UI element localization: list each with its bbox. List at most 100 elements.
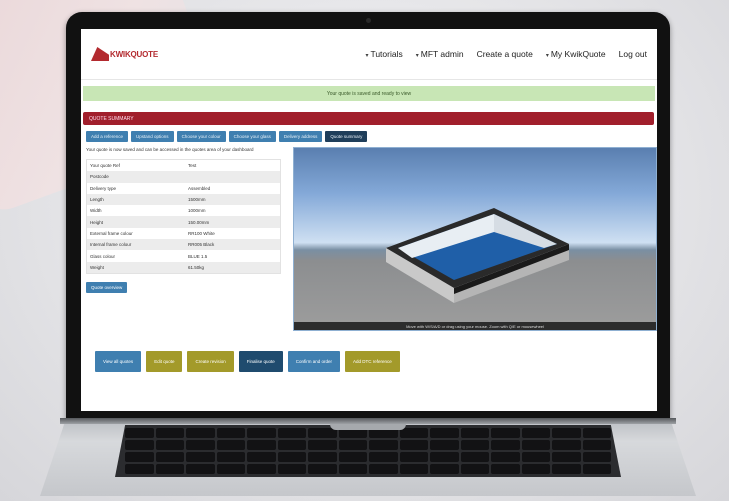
nav-item-label: Log out bbox=[618, 49, 647, 59]
laptop-lid: KWIKQUOTE ▾ Tutorials ▾ MFT admin Create a q… bbox=[66, 12, 670, 422]
table-row: Glass colour BLUE 1.5 bbox=[87, 250, 280, 261]
keyboard-key bbox=[125, 452, 154, 462]
keyboard-key bbox=[460, 428, 489, 438]
keyboard-key bbox=[308, 440, 337, 450]
keyboard-key bbox=[552, 452, 581, 462]
row-value: BLUE 1.5 bbox=[188, 253, 208, 259]
keyboard-key bbox=[582, 440, 611, 450]
row-key: Your quote Ref bbox=[90, 163, 120, 169]
keyboard-key bbox=[155, 452, 184, 462]
keyboard-key bbox=[216, 440, 245, 450]
keyboard-key bbox=[430, 440, 459, 450]
caret-down-icon: ▾ bbox=[415, 53, 419, 59]
logo-text: KWIKQUOTE bbox=[110, 49, 158, 59]
nav-item-log-out[interactable]: Log out bbox=[619, 49, 647, 59]
keyboard-key bbox=[338, 464, 367, 474]
keyboard-key bbox=[338, 452, 367, 462]
action-view-all-quotes-button[interactable]: View all quotes bbox=[95, 351, 142, 372]
row-value: 1000mm bbox=[188, 208, 206, 214]
nav-item-my-kwikquote[interactable]: ▾ My KwikQuote bbox=[546, 49, 606, 59]
nav-item-label: Tutorials bbox=[370, 49, 403, 59]
keyboard-key bbox=[155, 428, 184, 438]
action-create-revision-button[interactable]: Create revision bbox=[187, 351, 234, 372]
nav-item-label: Create a quote bbox=[476, 49, 533, 59]
step-tab-upstand-options[interactable]: Upstand options bbox=[131, 131, 174, 142]
nav-menu: ▾ Tutorials ▾ MFT admin Create a quote ▾ My Kw… bbox=[365, 49, 647, 59]
row-key: Internal frame colour bbox=[90, 242, 132, 248]
nav-item-label: MFT admin bbox=[420, 49, 464, 59]
action-add-dtc-reference-button[interactable]: Add DTC reference bbox=[345, 351, 400, 372]
row-key: Height bbox=[90, 219, 104, 225]
nav-item-tutorials[interactable]: ▾ Tutorials bbox=[365, 49, 402, 59]
table-row: Internal frame colour RR005 Black bbox=[87, 239, 280, 251]
step-tab-add-a-reference[interactable]: Add a reference bbox=[86, 131, 129, 142]
row-key: Weight bbox=[90, 264, 104, 270]
row-key: Glass colour bbox=[90, 253, 116, 259]
table-row: Length 1500mm bbox=[87, 193, 280, 206]
intro-text: Your quote is now saved and can be acces… bbox=[86, 147, 254, 152]
keyboard-key bbox=[186, 452, 215, 462]
row-value: 150.00mm bbox=[188, 219, 210, 225]
success-alert: Your quote is saved and ready to view bbox=[83, 86, 655, 101]
row-key: Delivery type bbox=[90, 185, 117, 191]
quote-overview-button[interactable]: Quote overview bbox=[86, 281, 128, 293]
keyboard-key bbox=[125, 428, 154, 438]
keyboard-key bbox=[369, 464, 398, 474]
keyboard-key bbox=[186, 440, 215, 450]
caret-down-icon: ▾ bbox=[365, 53, 369, 59]
step-tab-delivery-address[interactable]: Delivery address bbox=[278, 131, 323, 142]
action-edit-quote-button[interactable]: Edit quote bbox=[146, 351, 183, 372]
row-value: RR100 White bbox=[188, 230, 215, 236]
laptop-screen: KWIKQUOTE ▾ Tutorials ▾ MFT admin Create a q… bbox=[81, 29, 657, 411]
keyboard-key bbox=[491, 440, 520, 450]
keyboard-key bbox=[216, 464, 245, 474]
row-value: Test bbox=[188, 163, 197, 169]
step-tab-quote-summary[interactable]: Quote summary bbox=[325, 131, 368, 142]
keyboard-key bbox=[155, 464, 184, 474]
keyboard-key bbox=[491, 464, 520, 474]
action-buttons: View all quotes Edit quote Create revision… bbox=[95, 351, 657, 372]
step-tabs: Add a reference Upstand options Choose you… bbox=[86, 131, 657, 142]
action-confirm-and-order-button[interactable]: Confirm and order bbox=[287, 351, 341, 372]
table-row: Width 1000mm bbox=[87, 205, 280, 216]
summary-left-column: Your quote is now saved and can be acces… bbox=[86, 147, 284, 331]
keyboard-key bbox=[308, 452, 337, 462]
keyboard-key bbox=[552, 440, 581, 450]
keyboard-key bbox=[582, 452, 611, 462]
laptop-notch bbox=[330, 424, 406, 430]
keyboard-key bbox=[521, 464, 550, 474]
keyboard-key bbox=[308, 428, 337, 438]
rooflight-3d-model bbox=[386, 208, 569, 303]
caret-down-icon: ▾ bbox=[545, 53, 549, 59]
keyboard-key bbox=[247, 464, 276, 474]
nav-item-label: My KwikQuote bbox=[550, 49, 606, 59]
kwikquote-logo[interactable]: KWIKQUOTE bbox=[91, 47, 158, 61]
step-tab-choose-your-colour[interactable]: Choose your colour bbox=[176, 131, 226, 142]
keyboard-key bbox=[521, 440, 550, 450]
row-value: 1500mm bbox=[188, 197, 206, 203]
keyboard-key bbox=[277, 464, 306, 474]
keyboard-key bbox=[247, 452, 276, 462]
keyboard-key bbox=[308, 464, 337, 474]
keyboard-key bbox=[247, 440, 276, 450]
3d-viewer[interactable]: Move with W/S/A/D or drag using your mou… bbox=[293, 147, 657, 331]
summary-content: Your quote is now saved and can be acces… bbox=[86, 147, 657, 331]
keyboard-key bbox=[552, 464, 581, 474]
table-row: Delivery type Assembled bbox=[87, 183, 280, 194]
row-key: Length bbox=[90, 197, 104, 203]
table-row: Postcode bbox=[87, 171, 280, 183]
step-tab-choose-your-glass[interactable]: Choose your glass bbox=[228, 131, 276, 142]
viewer-hint: Move with W/S/A/D or drag using your mou… bbox=[294, 322, 656, 330]
keyboard-key bbox=[460, 464, 489, 474]
keyboard-key bbox=[399, 452, 428, 462]
nav-item-create-a-quote[interactable]: Create a quote bbox=[477, 49, 533, 59]
keyboard-key bbox=[277, 452, 306, 462]
nav-item-mft-admin[interactable]: ▾ MFT admin bbox=[416, 49, 464, 59]
action-finalise-quote-button[interactable]: Finalise quote bbox=[238, 351, 283, 372]
row-value: Assembled bbox=[188, 185, 211, 191]
table-row: Height 150.00mm bbox=[87, 216, 280, 228]
keyboard-key bbox=[521, 452, 550, 462]
row-value: RR005 Black bbox=[188, 242, 215, 248]
keyboard-key bbox=[460, 440, 489, 450]
keyboard-key bbox=[582, 428, 611, 438]
